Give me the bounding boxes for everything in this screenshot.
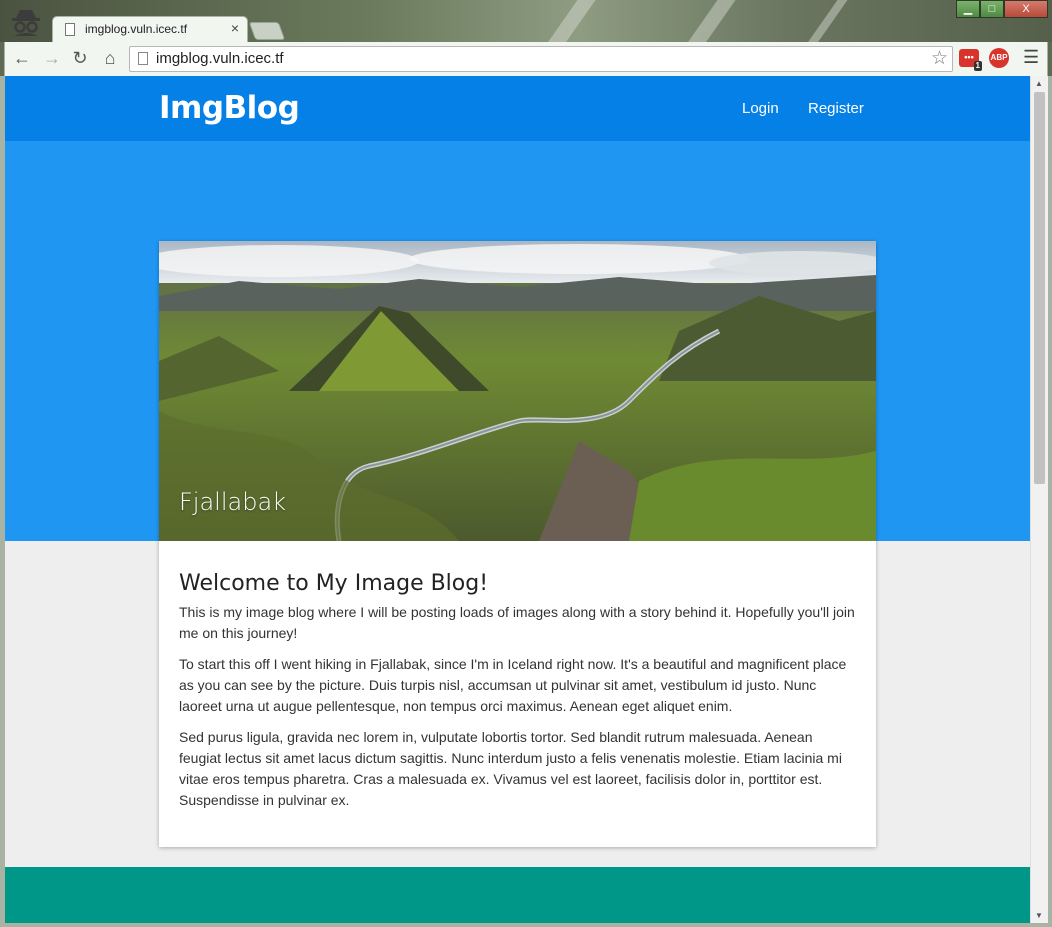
reload-icon[interactable]: ↻ (69, 48, 91, 69)
tab-close-icon[interactable]: × (231, 20, 239, 36)
address-bar[interactable]: imgblog.vuln.icec.tf ☆ (129, 46, 953, 72)
page-icon (65, 23, 75, 36)
page-icon (138, 52, 148, 65)
home-icon[interactable]: ⌂ (99, 48, 121, 69)
wallpaper-decoration (535, 0, 603, 42)
adblock-icon[interactable]: ABP (989, 48, 1009, 68)
footer-band (5, 867, 1030, 923)
post-heading: Welcome to My Image Blog! (179, 571, 489, 596)
bookmark-star-icon[interactable]: ☆ (931, 47, 948, 70)
url-text[interactable]: imgblog.vuln.icec.tf (156, 50, 284, 67)
post-paragraph: To start this off I went hiking in Fjall… (179, 656, 847, 714)
browser-toolbar: ← → ↻ ⌂ imgblog.vuln.icec.tf ☆ ••• 1 ABP … (4, 42, 1048, 76)
new-tab-button[interactable] (248, 22, 286, 40)
post-card: Fjallabak Welcome to My Image Blog! This… (159, 241, 876, 847)
tab-title: imgblog.vuln.icec.tf (85, 22, 188, 36)
vertical-scrollbar[interactable]: ▲ ▼ (1030, 76, 1048, 923)
wallpaper-decoration (795, 0, 855, 42)
scroll-up-arrow-icon[interactable]: ▲ (1035, 79, 1043, 88)
window-frame-right (1048, 76, 1052, 927)
extension-badge: 1 (973, 61, 982, 71)
back-arrow-icon[interactable]: ← (11, 48, 33, 69)
login-link[interactable]: Login (742, 100, 779, 117)
menu-icon[interactable]: ☰ (1023, 47, 1039, 68)
post-paragraph: Sed purus ligula, gravida nec lorem in, … (179, 729, 842, 808)
scroll-down-arrow-icon[interactable]: ▼ (1035, 911, 1043, 920)
register-link[interactable]: Register (808, 100, 864, 117)
post-body: Welcome to My Image Blog! This is my ima… (179, 571, 857, 821)
site-navbar: ImgBlog Login Register (5, 76, 1030, 141)
forward-arrow-icon[interactable]: → (41, 48, 63, 69)
maximize-button[interactable]: □ (980, 0, 1004, 18)
site-brand[interactable]: ImgBlog (159, 90, 300, 126)
extension-icon[interactable]: ••• 1 (959, 49, 982, 71)
incognito-icon (12, 10, 40, 36)
post-image: Fjallabak (159, 241, 876, 541)
browser-tab[interactable]: imgblog.vuln.icec.tf × (52, 16, 248, 42)
window-titlebar: imgblog.vuln.icec.tf × ▁ □ X (0, 0, 1052, 42)
page-viewport: ImgBlog Login Register Fjallabak Welcome… (5, 76, 1030, 923)
post-paragraph: This is my image blog where I will be po… (179, 604, 855, 641)
close-window-button[interactable]: X (1004, 0, 1048, 18)
image-title: Fjallabak (179, 488, 287, 516)
wallpaper-decoration (675, 0, 743, 42)
scrollbar-thumb[interactable] (1034, 92, 1045, 484)
window-frame-bottom (0, 923, 1052, 927)
minimize-button[interactable]: ▁ (956, 0, 980, 18)
